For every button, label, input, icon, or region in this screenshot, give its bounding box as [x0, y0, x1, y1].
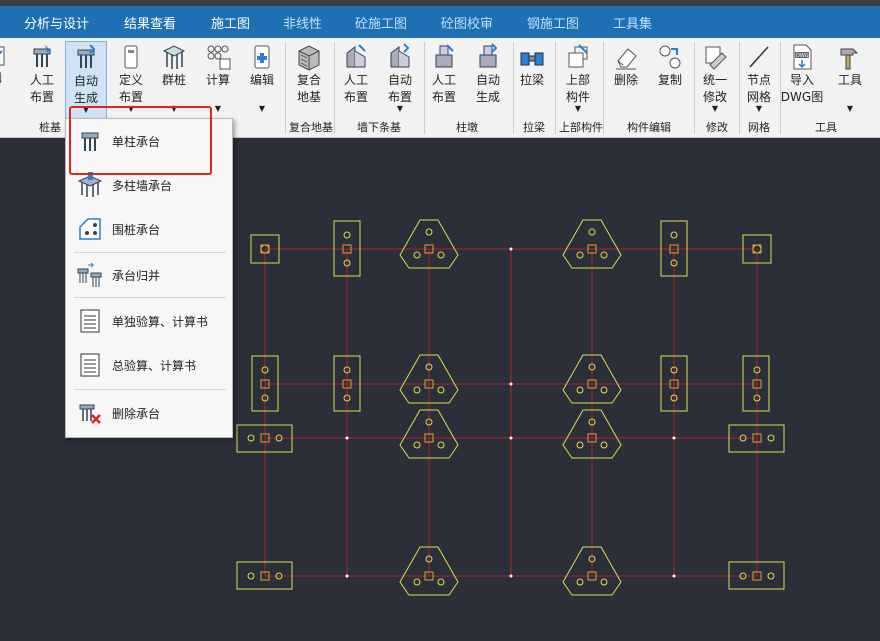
eraser-icon	[616, 48, 637, 70]
grid-node	[345, 436, 349, 440]
menu-item-single-check-report[interactable]: 单独验算、计算书	[66, 301, 232, 341]
node-grid-button[interactable]: 节点 网格 ▼	[738, 41, 780, 119]
hammer-icon	[840, 48, 859, 70]
pile-group-icon	[162, 45, 186, 69]
pier-auto-icon	[479, 43, 498, 68]
pile-manual-place-button[interactable]: 人工 布置	[21, 41, 63, 119]
composite-foundation-icon	[298, 45, 320, 71]
tie-beam-button[interactable]: 拉梁	[511, 41, 553, 119]
grid-node	[509, 247, 513, 251]
group-label-member-edit: 构件编辑	[627, 121, 671, 134]
unified-modify-icon	[705, 46, 727, 70]
delete-button[interactable]: 删除	[605, 41, 647, 119]
svg-text:DWG: DWG	[796, 53, 809, 59]
grid-node	[672, 436, 676, 440]
group-label-pile: 桩基	[39, 121, 61, 134]
menu-item-surround-pile-cap[interactable]: 围桩承台	[66, 209, 232, 249]
pile	[767, 434, 775, 442]
group-label-strip: 墙下条基	[357, 121, 401, 134]
pier-manual-icon	[435, 44, 454, 68]
pile	[670, 231, 678, 239]
pile-cap-manual-icon	[33, 45, 51, 67]
calculate-icon	[207, 45, 231, 70]
grid-node	[345, 574, 349, 578]
menu-item-cap-merge[interactable]: 承台归并	[66, 255, 232, 295]
title-strip	[0, 0, 880, 6]
dwg-file-icon: DWG	[793, 44, 812, 70]
tab-construction-drawing[interactable]: 施工图	[211, 13, 250, 32]
grid-node	[509, 436, 513, 440]
group-label-grid: 网格	[748, 121, 770, 134]
pile	[343, 231, 351, 239]
menu-item-total-check-report[interactable]: 总验算、计算书	[66, 345, 232, 385]
grid-node	[672, 574, 676, 578]
import-dwg-button[interactable]: DWG 导入 DWG图	[779, 41, 825, 119]
define-pile-icon	[124, 45, 138, 69]
document-icon	[80, 353, 100, 377]
strip-auto-place-button[interactable]: 自动 布置 ▼	[379, 41, 421, 119]
pile	[247, 434, 255, 442]
node-grid-icon	[749, 46, 769, 68]
strip-footing-auto-icon	[390, 43, 410, 68]
document-icon	[80, 309, 100, 333]
delete-cap-icon	[79, 404, 101, 424]
menu-item-delete-cap[interactable]: 删除承台	[66, 393, 232, 433]
multi-cap-icon	[77, 172, 103, 197]
pile-cap-auto-icon	[77, 44, 96, 68]
chevron-down-icon: ▼	[711, 104, 719, 113]
merge-cap-icon	[77, 262, 102, 287]
chevron-down-icon: ▼	[258, 104, 266, 113]
surround-cap-icon	[79, 218, 101, 240]
group-label-pier: 柱墩	[456, 121, 478, 134]
edit-button-partial[interactable]: 辑	[0, 41, 12, 119]
tab-toolset[interactable]: 工具集	[613, 13, 652, 32]
composite-foundation-button[interactable]: 复合 地基	[288, 41, 330, 119]
tab-concrete-drawing[interactable]: 砼施工图	[355, 13, 407, 32]
menu-separator	[74, 297, 226, 298]
chevron-down-icon: ▼	[846, 104, 854, 113]
group-label-tie-beam: 拉梁	[523, 121, 545, 134]
pier-auto-generate-button[interactable]: 自动 生成	[467, 41, 509, 119]
copy-button[interactable]: 复制	[649, 41, 691, 119]
tie-beam-icon	[520, 52, 544, 66]
pier-manual-place-button[interactable]: 人工 布置	[423, 41, 465, 119]
tools-button[interactable]: 工具 ▼	[829, 41, 871, 119]
tab-concrete-review[interactable]: 砼图校审	[441, 13, 493, 32]
menu-separator	[74, 389, 226, 390]
highlight-annotation-box	[69, 106, 212, 175]
group-label-composite: 复合地基	[289, 121, 333, 134]
group-label-tools: 工具	[815, 121, 837, 134]
unified-modify-button[interactable]: 统一 修改 ▼	[694, 41, 736, 119]
copy-icon	[659, 45, 681, 69]
menu-separator	[74, 252, 226, 253]
tab-analysis-design[interactable]: 分析与设计	[24, 13, 89, 32]
edit-button[interactable]: 编辑 ▼	[241, 41, 283, 119]
group-label-upper-member: 上部构件	[559, 121, 603, 134]
upper-member-icon	[568, 44, 588, 68]
upper-member-button[interactable]: 上部 构件 ▼	[557, 41, 599, 119]
tab-bar: 分析与设计 结果查看 施工图 非线性 砼施工图 砼图校审 钢施工图 工具集	[0, 0, 880, 38]
grid-node	[509, 382, 513, 386]
group-label-modify: 修改	[706, 121, 728, 134]
tab-nonlinear[interactable]: 非线性	[283, 13, 322, 32]
chevron-down-icon: ▼	[755, 104, 763, 113]
tab-steel-drawing[interactable]: 钢施工图	[527, 13, 579, 32]
pile	[247, 572, 255, 580]
chevron-down-icon: ▼	[396, 104, 404, 113]
grid-node	[509, 574, 513, 578]
chevron-down-icon: ▼	[574, 104, 582, 113]
pile	[767, 572, 775, 580]
strip-footing-manual-icon	[346, 44, 366, 68]
edit-pile-icon	[254, 45, 270, 69]
strip-manual-place-button[interactable]: 人工 布置	[335, 41, 377, 119]
tab-result-view[interactable]: 结果查看	[124, 13, 176, 32]
edit-icon	[0, 46, 5, 66]
